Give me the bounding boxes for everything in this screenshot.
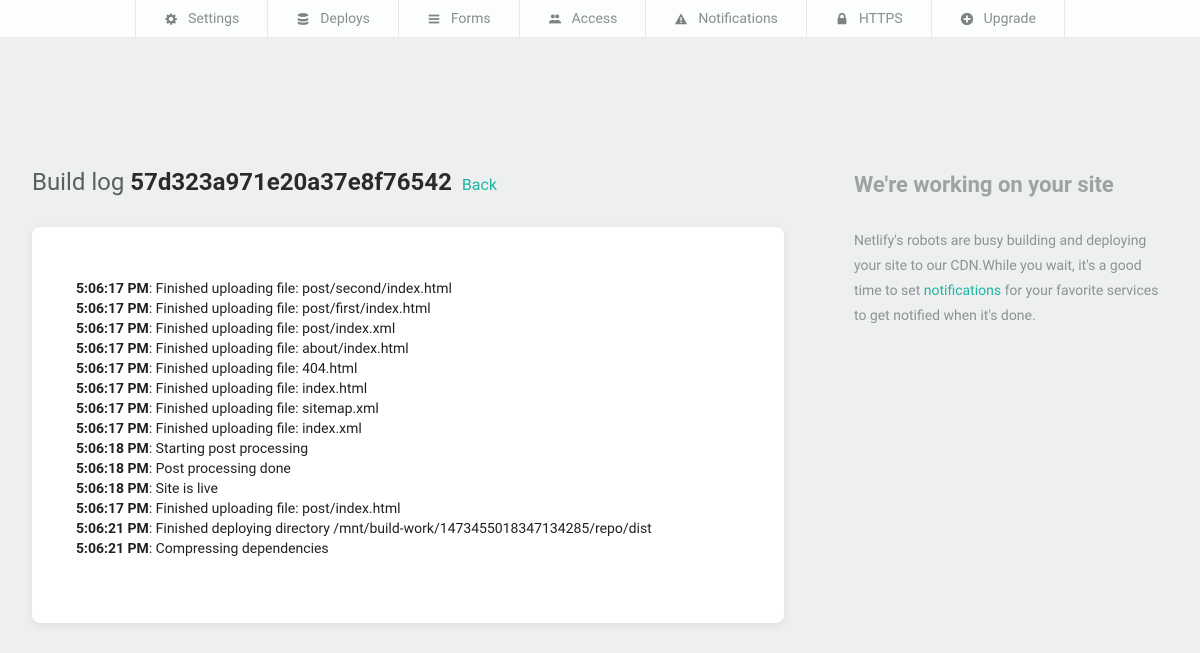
nav-item-upgrade[interactable]: Upgrade: [931, 0, 1065, 37]
log-message: : Finished uploading file: index.xml: [149, 421, 362, 437]
log-line: 5:06:17 PM: Finished uploading file: ind…: [76, 419, 740, 439]
log-line: 5:06:17 PM: Finished uploading file: sit…: [76, 399, 740, 419]
list-icon: [427, 12, 441, 26]
nav-label: Upgrade: [984, 11, 1036, 27]
log-line: 5:06:21 PM: Compressing dependencies: [76, 539, 740, 559]
content: Build log 57d323a971e20a37e8f76542 Back …: [0, 38, 1200, 653]
log-message: : Finished uploading file: sitemap.xml: [149, 401, 379, 417]
nav-item-forms[interactable]: Forms: [398, 0, 519, 37]
log-line: 5:06:17 PM: Finished uploading file: pos…: [76, 279, 740, 299]
top-nav: Settings Deploys Forms Access Notificati: [0, 0, 1200, 38]
log-line: 5:06:17 PM: Finished uploading file: 404…: [76, 359, 740, 379]
log-timestamp: 5:06:17 PM: [76, 501, 149, 517]
log-timestamp: 5:06:17 PM: [76, 281, 149, 297]
nav-item-settings[interactable]: Settings: [135, 0, 267, 37]
log-message: : Finished uploading file: post/index.xm…: [149, 321, 395, 337]
log-timestamp: 5:06:17 PM: [76, 301, 149, 317]
log-line: 5:06:21 PM: Finished deploying directory…: [76, 519, 740, 539]
warning-icon: [674, 12, 688, 26]
log-timestamp: 5:06:17 PM: [76, 321, 149, 337]
main-column: Build log 57d323a971e20a37e8f76542 Back …: [32, 168, 784, 623]
notifications-link[interactable]: notifications: [924, 283, 1001, 299]
log-message: : Finished uploading file: post/first/in…: [149, 301, 431, 317]
log-timestamp: 5:06:17 PM: [76, 361, 149, 377]
log-line: 5:06:18 PM: Starting post processing: [76, 439, 740, 459]
log-timestamp: 5:06:17 PM: [76, 341, 149, 357]
log-line: 5:06:17 PM: Finished uploading file: pos…: [76, 299, 740, 319]
log-card: 5:06:17 PM: Finished uploading file: pos…: [32, 227, 784, 623]
log-timestamp: 5:06:17 PM: [76, 401, 149, 417]
nav-label: Forms: [451, 11, 491, 27]
people-icon: [548, 12, 562, 26]
log-message: : Finished deploying directory /mnt/buil…: [149, 521, 652, 537]
log-message: : Compressing dependencies: [149, 541, 329, 557]
log-line: 5:06:17 PM: Finished uploading file: abo…: [76, 339, 740, 359]
lock-icon: [835, 12, 849, 26]
nav-label: Settings: [188, 11, 239, 27]
log-line: 5:06:18 PM: Site is live: [76, 479, 740, 499]
sidebar: We're working on your site Netlify's rob…: [854, 168, 1168, 329]
log-timestamp: 5:06:18 PM: [76, 441, 149, 457]
log-message: : Finished uploading file: post/index.ht…: [149, 501, 401, 517]
back-link[interactable]: Back: [462, 175, 497, 194]
nav-label: Deploys: [320, 11, 370, 27]
log-message: : Site is live: [149, 481, 218, 497]
sidebar-body: Netlify's robots are busy building and d…: [854, 229, 1168, 330]
nav-item-notifications[interactable]: Notifications: [645, 0, 806, 37]
nav-item-access[interactable]: Access: [519, 0, 646, 37]
sidebar-title: We're working on your site: [854, 172, 1168, 201]
log-line: 5:06:18 PM: Post processing done: [76, 459, 740, 479]
nav-item-deploys[interactable]: Deploys: [267, 0, 398, 37]
title-prefix: Build log: [32, 168, 130, 196]
log-timestamp: 5:06:21 PM: [76, 521, 149, 537]
log-message: : Post processing done: [149, 461, 291, 477]
log-message: : Finished uploading file: index.html: [149, 381, 367, 397]
log-line: 5:06:17 PM: Finished uploading file: pos…: [76, 319, 740, 339]
nav-label: Access: [572, 11, 618, 27]
log-message: : Finished uploading file: post/second/i…: [149, 281, 452, 297]
log-timestamp: 5:06:21 PM: [76, 541, 149, 557]
page-title: Build log 57d323a971e20a37e8f76542 Back: [32, 168, 784, 197]
log-line: 5:06:17 PM: Finished uploading file: pos…: [76, 499, 740, 519]
log-timestamp: 5:06:17 PM: [76, 421, 149, 437]
log-line: 5:06:17 PM: Finished uploading file: ind…: [76, 379, 740, 399]
nav-label: Notifications: [698, 11, 778, 27]
stack-icon: [296, 12, 310, 26]
log-timestamp: 5:06:18 PM: [76, 461, 149, 477]
log-message: : Finished uploading file: about/index.h…: [149, 341, 409, 357]
log-timestamp: 5:06:18 PM: [76, 481, 149, 497]
log-timestamp: 5:06:17 PM: [76, 381, 149, 397]
log-message: : Finished uploading file: 404.html: [149, 361, 358, 377]
log-message: : Starting post processing: [149, 441, 308, 457]
nav-item-https[interactable]: HTTPS: [806, 0, 931, 37]
build-id: 57d323a971e20a37e8f76542: [130, 168, 452, 196]
nav-label: HTTPS: [859, 11, 903, 27]
gear-icon: [164, 12, 178, 26]
plus-circle-icon: [960, 12, 974, 26]
top-nav-inner: Settings Deploys Forms Access Notificati: [135, 0, 1065, 37]
